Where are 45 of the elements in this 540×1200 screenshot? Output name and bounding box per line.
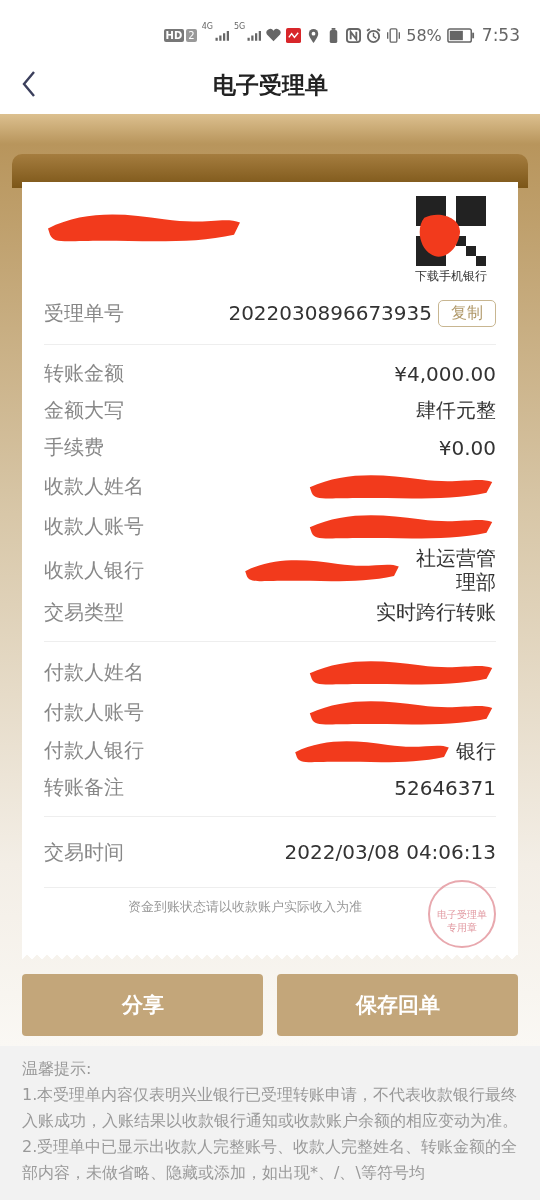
sim-indicator: 2 xyxy=(186,28,197,42)
field-value: 社运营管理部 xyxy=(415,546,496,594)
field-label: 交易时间 xyxy=(44,838,124,866)
field-label: 金额大写 xyxy=(44,397,124,424)
copy-button[interactable]: 复制 xyxy=(438,299,496,327)
heart-icon xyxy=(266,27,282,43)
tip-paragraph: 2.受理单中已显示出收款人完整账号、收款人完整姓名、转账金额的全部内容，未做省略、隐藏或添加，如出现*、/、\等符号均 xyxy=(22,1136,518,1184)
field-label: 付款人账号 xyxy=(44,698,144,726)
stamp-text: 电子受理单 xyxy=(437,908,487,921)
field-label: 转账金额 xyxy=(44,360,124,387)
field-value: 银行 xyxy=(456,738,496,763)
vibrate-icon xyxy=(386,27,402,43)
network-type: 5G xyxy=(233,22,246,31)
field-label: 付款人姓名 xyxy=(44,658,144,686)
field-label: 交易类型 xyxy=(44,599,124,626)
field-value: 肆仟元整 xyxy=(416,397,496,424)
network-type: 4G xyxy=(201,22,213,31)
field-value: 实时跨行转账 xyxy=(376,599,496,626)
battery-percent: 58% xyxy=(406,25,442,45)
share-button[interactable]: 分享 xyxy=(22,974,263,1036)
clock-time: 7:53 xyxy=(481,25,520,45)
alarm-icon xyxy=(366,27,382,43)
field-value: 2022030896673935 xyxy=(228,301,432,325)
field-label: 付款人银行 xyxy=(44,737,144,764)
page-title: 电子受理单 xyxy=(212,70,328,100)
field-label: 收款人银行 xyxy=(44,556,144,584)
field-value: ¥0.00 xyxy=(438,435,496,460)
field-label: 受理单号 xyxy=(44,299,124,327)
field-label: 手续费 xyxy=(44,434,104,461)
app-notification-icon xyxy=(286,27,302,43)
tips-title: 温馨提示: xyxy=(22,1058,93,1080)
qr-caption: 下载手机银行 xyxy=(415,268,487,285)
notice-text: 资金到账状态请以收款账户实际收入为准 xyxy=(128,898,362,916)
nfc-icon xyxy=(346,27,362,43)
field-value: ¥4,000.00 xyxy=(394,361,496,386)
save-button[interactable]: 保存回单 xyxy=(277,974,518,1036)
stamp-text: 专用章 xyxy=(447,921,477,934)
field-label: 收款人姓名 xyxy=(44,472,144,500)
hd-indicator: HD xyxy=(163,28,185,42)
battery-icon xyxy=(446,27,475,43)
field-label: 转账备注 xyxy=(44,774,124,801)
field-value: 52646371 xyxy=(394,775,496,800)
field-value: 2022/03/08 04:06:13 xyxy=(284,840,496,864)
tip-paragraph: 1.本受理单内容仅表明兴业银行已受理转账申请，不代表收款银行最终入账成功，入账结果以收款银行通知或收款账户余额的相应变动为准。 xyxy=(22,1084,518,1132)
field-label: 收款人账号 xyxy=(44,512,144,540)
